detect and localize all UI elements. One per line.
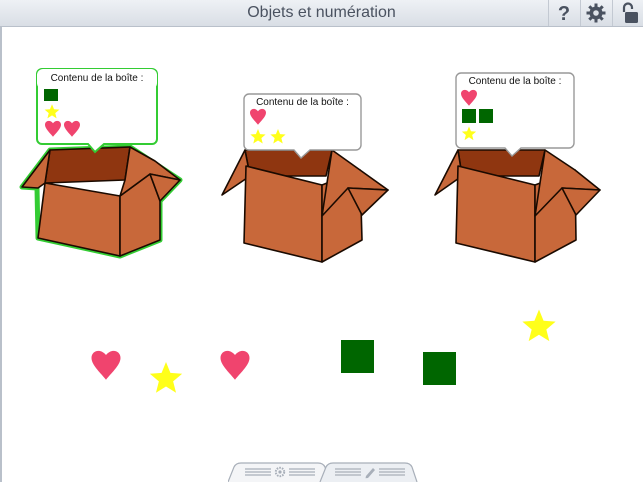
box-2[interactable] [221,149,389,263]
bubble-3-title: Contenu de la boîte : [468,76,562,87]
square-icon [44,87,58,101]
tab-settings[interactable] [232,461,328,482]
bubble-2-title: Contenu de la boîte : [256,97,349,108]
square-icon [462,109,476,123]
tab-edit[interactable] [322,461,418,482]
box-3[interactable] [434,149,601,263]
help-button[interactable]: ? [548,0,579,26]
box-3-body [434,149,601,263]
top-toolbar: Objets et numération ? [0,0,643,27]
question-mark-icon: ? [558,3,570,23]
box-1-body [21,146,181,257]
bubble-1-header: Contenu de la boîte : [37,69,157,89]
lock-button[interactable] [612,0,643,26]
app-title: Objets et numération [247,4,396,21]
svg-text:?: ? [558,3,570,23]
window-edge [0,27,2,482]
box-1[interactable] [19,144,183,259]
gear-icon [586,3,606,23]
draggable-heart-2[interactable] [220,350,250,380]
square-icon [479,109,493,123]
bubble-1-title: Contenu de la boîte : [50,73,144,84]
draggable-star-2[interactable] [522,309,556,342]
draggable-square-1[interactable] [341,340,374,373]
draggable-star-1[interactable] [149,362,183,393]
draggable-heart-1[interactable] [91,350,121,380]
gear-icon [245,466,315,477]
settings-button[interactable] [580,0,611,26]
bottom-tab-bar [228,461,418,482]
bubble-2-header: Contenu de la boîte : [244,94,361,112]
unlocked-padlock-icon [622,2,638,23]
pencil-icon [335,467,405,478]
draggable-square-2[interactable] [423,352,456,385]
box-2-body [221,149,389,263]
bubble-3-header: Contenu de la boîte : [456,73,574,91]
